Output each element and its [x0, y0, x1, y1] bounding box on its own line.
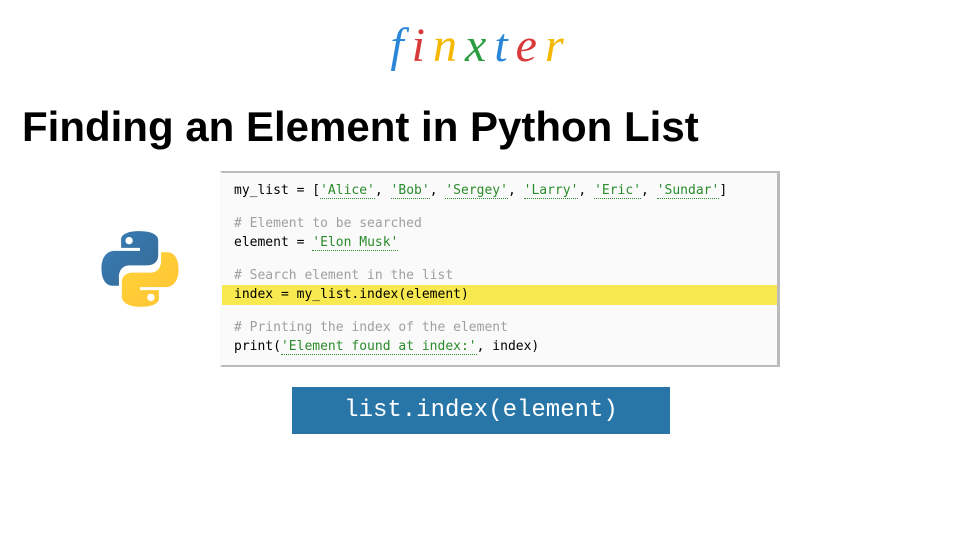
logo-letter-i: i — [412, 19, 433, 72]
brand-logo: finxter — [0, 0, 962, 73]
logo-letter-r: r — [545, 19, 572, 72]
logo-letter-f: f — [390, 19, 411, 72]
code-comment-1: # Element to be searched — [234, 214, 765, 234]
python-logo-icon — [100, 229, 180, 309]
code-comment-2: # Search element in the list — [234, 266, 765, 286]
content-row: my_list = ['Alice', 'Bob', 'Sergey', 'La… — [0, 171, 962, 367]
logo-letter-t: t — [494, 19, 515, 72]
logo-letter-n: n — [433, 19, 465, 72]
code-line-highlight: index = my_list.index(element) — [222, 285, 777, 305]
code-comment-3: # Printing the index of the element — [234, 318, 765, 338]
page-title: Finding an Element in Python List — [0, 73, 962, 171]
code-line-2: element = 'Elon Musk' — [234, 233, 765, 253]
logo-letter-e: e — [516, 19, 545, 72]
code-line-4: print('Element found at index:', index) — [234, 337, 765, 357]
code-line-1: my_list = ['Alice', 'Bob', 'Sergey', 'La… — [234, 181, 765, 201]
method-signature-box: list.index(element) — [292, 387, 670, 434]
code-block: my_list = ['Alice', 'Bob', 'Sergey', 'La… — [220, 171, 780, 367]
logo-letter-x: x — [465, 19, 494, 72]
